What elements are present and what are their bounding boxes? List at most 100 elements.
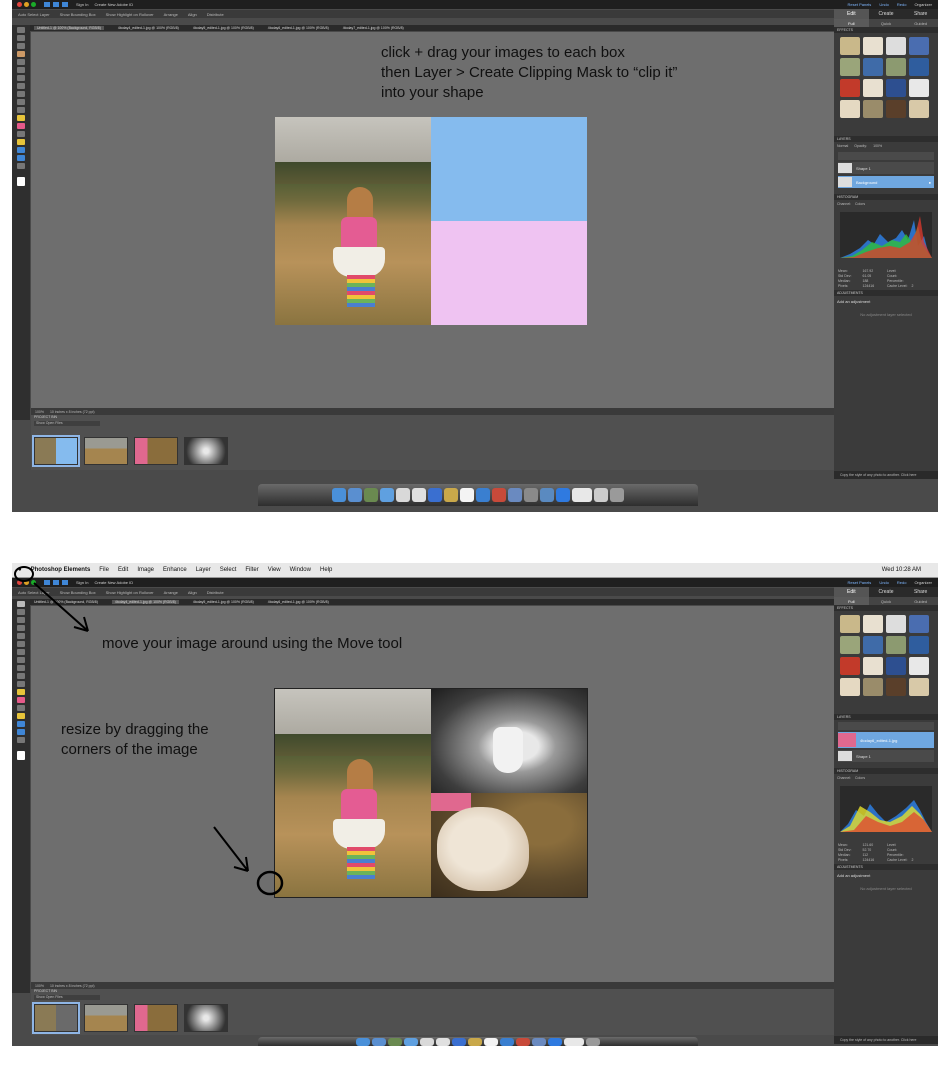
photos-icon[interactable] — [364, 488, 378, 502]
bin-thumb-4today5[interactable] — [134, 437, 178, 465]
tab-share[interactable]: Share — [903, 9, 938, 19]
blend-mode-select[interactable]: Normal — [837, 144, 848, 148]
effect-thumb[interactable] — [840, 79, 860, 97]
pink-placeholder-box[interactable] — [431, 221, 587, 325]
document-canvas[interactable]: click + drag your images to each box the… — [31, 32, 834, 408]
calendar-icon[interactable] — [460, 488, 474, 502]
effect-thumb[interactable] — [840, 615, 860, 633]
photo-booth-icon[interactable] — [516, 1037, 530, 1046]
color-swatch-icon[interactable] — [17, 177, 25, 186]
tip-bar[interactable]: Copy the style of any photo to another. … — [834, 471, 938, 479]
effect-thumb[interactable] — [863, 678, 883, 696]
system-icon[interactable] — [428, 488, 442, 502]
move-tool-icon[interactable] — [17, 27, 25, 33]
bin-thumb-4today6[interactable] — [184, 437, 228, 465]
tab-guided[interactable]: Guided — [903, 597, 938, 605]
effect-thumb[interactable] — [886, 657, 906, 675]
safari-icon[interactable] — [372, 1037, 386, 1046]
arrange-menu[interactable]: Arrange — [164, 12, 178, 17]
hand-tool-icon[interactable] — [17, 43, 25, 49]
effect-thumb[interactable] — [840, 636, 860, 654]
tab-4today5[interactable]: 4today5_edited-1.jpg @ 100% (RGB/8) — [193, 26, 254, 30]
bin-thumb-4today5[interactable] — [134, 1004, 178, 1032]
eyedropper-icon[interactable] — [17, 51, 25, 57]
show-open-files-dropdown[interactable]: Show Open Files — [34, 995, 100, 1000]
effect-thumb[interactable] — [886, 100, 906, 118]
layer-row-photo[interactable]: 4today6_edited-1.jpg — [838, 732, 934, 748]
effect-thumb[interactable] — [863, 58, 883, 76]
tab-full[interactable]: Full — [834, 597, 869, 605]
add-adjustment-label[interactable]: Add an adjustment — [837, 299, 935, 304]
lasso-icon[interactable] — [17, 67, 25, 73]
photoshop-elements-icon[interactable] — [548, 1037, 562, 1046]
marquee-icon[interactable] — [17, 59, 25, 65]
sign-in-link[interactable]: Sign In — [76, 2, 88, 7]
itunes-icon[interactable] — [476, 488, 490, 502]
effect-thumb[interactable] — [886, 678, 906, 696]
effect-thumb[interactable] — [909, 58, 929, 76]
girl-in-field-photo[interactable] — [275, 117, 431, 325]
calendar-icon[interactable] — [484, 1037, 498, 1046]
effect-thumb[interactable] — [863, 636, 883, 654]
effect-thumb[interactable] — [840, 657, 860, 675]
layer-row-shape[interactable]: Shape 1 — [838, 750, 934, 762]
tab-4today6[interactable]: 4today6_edited-1.jpg @ 100% (RGB/8) — [268, 26, 329, 30]
iphoto-icon[interactable] — [508, 488, 522, 502]
system-icon[interactable] — [452, 1037, 466, 1046]
tab-edit[interactable]: Edit — [834, 9, 869, 19]
tab-guided[interactable]: Guided — [903, 19, 938, 27]
mail-icon[interactable] — [412, 488, 426, 502]
layer-row-background[interactable]: Background ● — [838, 176, 934, 188]
selection-brush-icon[interactable] — [17, 83, 25, 89]
effect-thumb[interactable] — [886, 58, 906, 76]
effect-thumb[interactable] — [909, 615, 929, 633]
document-icon[interactable] — [572, 488, 592, 502]
iphoto-icon[interactable] — [532, 1037, 546, 1046]
clone-stamp-icon[interactable] — [17, 131, 25, 137]
bin-thumb-untitled[interactable] — [32, 1002, 80, 1034]
crop-tool-icon[interactable] — [17, 107, 25, 113]
tab-share[interactable]: Share — [903, 587, 938, 597]
effect-thumb[interactable] — [863, 37, 883, 55]
tab-4today4[interactable]: 4today4_edited-1.jpg @ 100% (RGB/8) — [118, 26, 179, 30]
reset-panels-button[interactable]: Reset Panels — [848, 2, 872, 7]
bin-thumb-4today4[interactable] — [84, 1004, 128, 1032]
document-icon[interactable] — [564, 1037, 584, 1046]
tab-quick[interactable]: Quick — [869, 597, 904, 605]
bin-thumb-4today6[interactable] — [184, 1004, 228, 1032]
organizer-button[interactable]: Organizer — [914, 2, 932, 7]
folder-icon[interactable] — [594, 488, 608, 502]
preview-icon[interactable] — [396, 488, 410, 502]
effect-thumb[interactable] — [886, 37, 906, 55]
effect-thumb[interactable] — [840, 678, 860, 696]
itunes-icon[interactable] — [500, 1037, 514, 1046]
opacity-value[interactable]: 100% — [873, 144, 882, 148]
photo-booth-icon[interactable] — [492, 488, 506, 502]
blue-placeholder-box[interactable] — [431, 117, 587, 221]
photos-icon[interactable] — [388, 1037, 402, 1046]
finder-icon[interactable] — [356, 1037, 370, 1046]
effect-thumb[interactable] — [886, 615, 906, 633]
tab-4today7[interactable]: 4today7_edited-1.jpg @ 100% (RGB/8) — [343, 26, 404, 30]
notes-icon[interactable] — [444, 488, 458, 502]
effect-thumb[interactable] — [863, 79, 883, 97]
show-highlight-option[interactable]: Show Highlight on Rollover — [106, 12, 154, 17]
grid-icon[interactable] — [53, 2, 59, 7]
brush-tool-icon[interactable] — [17, 115, 25, 121]
effect-thumb[interactable] — [863, 100, 883, 118]
create-id-link[interactable]: Create New Adobe ID — [94, 2, 133, 7]
show-open-files-dropdown[interactable]: Show Open Files — [34, 421, 100, 426]
app-icon[interactable] — [540, 488, 554, 502]
effect-thumb[interactable] — [840, 100, 860, 118]
tab-full[interactable]: Full — [834, 19, 869, 27]
effect-thumb[interactable] — [909, 657, 929, 675]
trash-icon[interactable] — [610, 488, 624, 502]
effect-thumb[interactable] — [886, 79, 906, 97]
magic-wand-icon[interactable] — [17, 75, 25, 81]
tab-untitled[interactable]: Untitled-1 @ 100% (Background, RGB/8) — [34, 26, 104, 30]
mail-icon[interactable] — [436, 1037, 450, 1046]
app-store-icon[interactable] — [404, 1037, 418, 1046]
layer-row[interactable] — [838, 152, 934, 160]
safari-icon[interactable] — [348, 488, 362, 502]
effect-thumb[interactable] — [909, 636, 929, 654]
